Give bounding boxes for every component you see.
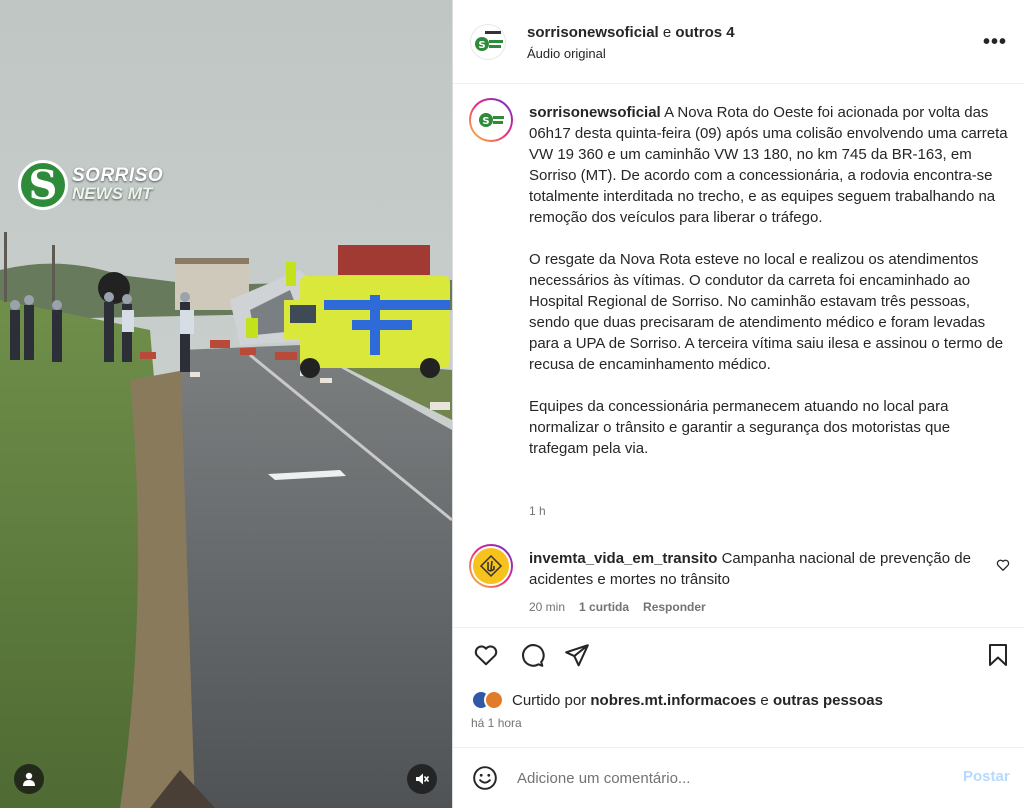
add-comment-bar: Postar — [453, 748, 1024, 808]
caption-paragraph-2: O resgate da Nova Rota esteve no local e… — [529, 251, 1004, 373]
caption-text-1: A Nova Rota do Oeste foi acionada por vo… — [529, 104, 1008, 226]
caption-timestamp[interactable]: 1 h — [529, 504, 546, 518]
post-caption: sorrisonewsoficial A Nova Rota do Oeste … — [529, 102, 1009, 480]
mute-toggle-button[interactable] — [407, 764, 437, 794]
comment-meta: 20 min 1 curtida Responder — [529, 600, 706, 614]
post-media[interactable]: S SORRISO NEWS MT — [0, 0, 452, 808]
liked-by-prefix: Curtido por — [512, 691, 587, 709]
watermark-line1: SORRISO — [72, 165, 164, 186]
more-options-button[interactable]: ••• — [983, 32, 1007, 52]
watermark-logo: S — [18, 160, 68, 210]
commenter-avatar[interactable] — [469, 544, 513, 588]
share-button[interactable] — [562, 640, 592, 670]
emoji-button[interactable] — [471, 764, 499, 792]
post-comment-button[interactable]: Postar — [963, 768, 1010, 785]
post-details-panel: S sorrisonewsoficial e outros 4 Áudio or… — [453, 0, 1024, 808]
watermark-line2: NEWS MT — [72, 184, 153, 203]
caption-paragraph-3: Equipes da concessionária permanecem atu… — [529, 398, 951, 457]
svg-text:S: S — [478, 40, 485, 51]
liked-by: Curtido por nobres.mt.informacoes e outr… — [471, 688, 883, 712]
tagged-users-button[interactable] — [14, 764, 44, 794]
muted-speaker-icon — [416, 773, 430, 785]
comment-username[interactable]: invemta_vida_em_transito — [529, 550, 717, 567]
like-button[interactable] — [471, 640, 501, 670]
svg-text:S: S — [482, 116, 489, 127]
paper-plane-icon — [565, 644, 589, 667]
header-title: sorrisonewsoficial e outros 4 — [527, 24, 735, 41]
header-username[interactable]: sorrisonewsoficial — [527, 24, 659, 41]
comment-like-button[interactable] — [996, 558, 1010, 577]
bookmark-icon — [989, 644, 1007, 666]
user-icon — [23, 772, 35, 786]
post-header: S sorrisonewsoficial e outros 4 Áudio or… — [453, 0, 1024, 84]
reply-button[interactable]: Responder — [643, 600, 706, 614]
sorriso-news-logo-icon: S — [471, 25, 505, 59]
post-timestamp[interactable]: há 1 hora — [471, 716, 522, 730]
audio-link[interactable]: Áudio original — [527, 46, 606, 61]
sorriso-news-logo-icon: S — [479, 113, 504, 127]
heart-outline-icon — [996, 559, 1010, 571]
comment-button[interactable] — [517, 640, 547, 670]
news-watermark: S SORRISO NEWS MT — [18, 160, 163, 210]
author-avatar[interactable]: S — [470, 24, 506, 60]
header-others[interactable]: outros 4 — [675, 24, 734, 41]
actions-top-divider — [453, 627, 1024, 628]
comment-bubble-icon — [522, 644, 545, 667]
comment-likes[interactable]: 1 curtida — [579, 600, 629, 614]
more-horizontal-icon: ••• — [983, 31, 1008, 53]
liked-by-connector: e — [760, 691, 769, 709]
save-button[interactable] — [983, 640, 1013, 670]
comment-input[interactable] — [517, 764, 937, 792]
peace-hand-icon — [479, 554, 503, 578]
post-actions-bar — [453, 640, 1024, 676]
caption-author-avatar[interactable]: S — [469, 98, 513, 142]
header-connector: e — [662, 24, 672, 41]
comment-body: invemta_vida_em_transito Campanha nacion… — [529, 548, 979, 590]
caption-username[interactable]: sorrisonewsoficial — [529, 104, 661, 121]
accident-scene-image — [0, 0, 452, 808]
smiley-face-icon — [473, 766, 497, 790]
liked-by-others[interactable]: outras pessoas — [773, 692, 883, 709]
comment-time[interactable]: 20 min — [529, 600, 565, 614]
heart-outline-icon — [474, 645, 498, 666]
caption-paragraph-1: sorrisonewsoficial A Nova Rota do Oeste … — [529, 102, 1009, 228]
liked-by-user[interactable]: nobres.mt.informacoes — [590, 692, 756, 709]
liker-avatar[interactable] — [484, 690, 504, 710]
